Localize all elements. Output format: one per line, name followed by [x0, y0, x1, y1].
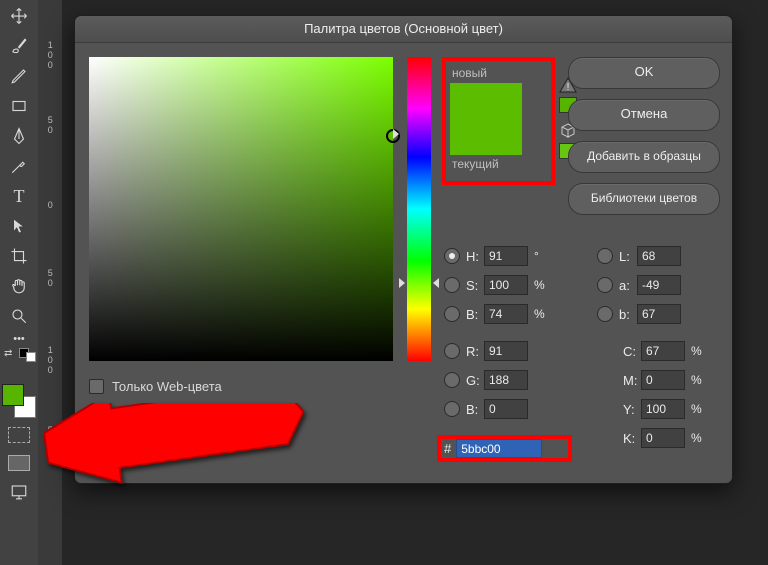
current-color-swatch[interactable] [450, 119, 522, 155]
preview-highlight-box: новый текущий [442, 57, 555, 185]
bri-input[interactable] [484, 304, 528, 324]
web-only-row[interactable]: Только Web-цвета [89, 379, 222, 394]
ok-button[interactable]: OK [568, 57, 720, 89]
saturation-brightness-field[interactable] [89, 57, 393, 361]
web-only-label: Только Web-цвета [112, 379, 222, 394]
k-label: K: [623, 431, 641, 446]
web-only-checkbox[interactable] [89, 379, 104, 394]
foreground-swatch[interactable] [2, 384, 24, 406]
dialog-title: Палитра цветов (Основной цвет) [75, 16, 732, 43]
field-marker-left [393, 129, 399, 139]
r-input[interactable] [484, 341, 528, 361]
hand-tool[interactable] [2, 272, 36, 300]
bri-radio[interactable] [444, 306, 460, 322]
k-input[interactable] [641, 428, 685, 448]
new-label: новый [452, 66, 547, 80]
g-radio[interactable] [444, 372, 460, 388]
a-radio[interactable] [597, 277, 613, 293]
pen-tool[interactable] [2, 122, 36, 150]
color-libraries-button[interactable]: Библиотеки цветов [568, 183, 720, 215]
r-radio[interactable] [444, 343, 460, 359]
quickmask-mask[interactable] [2, 450, 36, 476]
quickmask-standard[interactable] [2, 422, 36, 448]
zoom-tool[interactable] [2, 302, 36, 330]
lab-b-label: b: [619, 307, 637, 322]
color-picker-dialog: Палитра цветов (Основной цвет) новый тек… [74, 15, 733, 484]
move-tool[interactable] [2, 2, 36, 30]
foreground-background-swatch[interactable] [2, 384, 36, 418]
b2-input[interactable] [484, 399, 528, 419]
hue-marker-right [433, 278, 439, 288]
add-swatch-button[interactable]: Добавить в образцы [568, 141, 720, 173]
toolbar: T ••• ⇄ [0, 0, 39, 565]
h-label: H: [466, 249, 484, 264]
a-input[interactable] [637, 275, 681, 295]
current-label: текущий [452, 157, 547, 171]
m-label: M: [623, 373, 641, 388]
L-radio[interactable] [597, 248, 613, 264]
hex-highlight-box: # [437, 435, 572, 462]
new-color-swatch [450, 83, 522, 119]
screen-mode[interactable] [2, 478, 36, 506]
c-input[interactable] [641, 341, 685, 361]
hash-label: # [444, 441, 451, 456]
cancel-button[interactable]: Отмена [568, 99, 720, 131]
vertical-ruler: 1 0 0 5 0 0 5 0 1 0 0 5 0 [38, 0, 63, 565]
b2-label: B: [466, 402, 484, 417]
default-swap-swatches[interactable]: ⇄ [2, 348, 36, 382]
lab-b-radio[interactable] [597, 306, 613, 322]
L-label: L: [619, 249, 637, 264]
brush-tool[interactable] [2, 32, 36, 60]
a-label: a: [619, 278, 637, 293]
L-input[interactable] [637, 246, 681, 266]
crop-tool[interactable] [2, 242, 36, 270]
hue-marker-left [399, 278, 405, 288]
sat-radio[interactable] [444, 277, 460, 293]
b-label: B: [466, 307, 484, 322]
hex-input[interactable] [456, 439, 542, 458]
sat-input[interactable] [484, 275, 528, 295]
m-input[interactable] [641, 370, 685, 390]
path-select-tool[interactable] [2, 212, 36, 240]
g-input[interactable] [484, 370, 528, 390]
g-label: G: [466, 373, 484, 388]
rectangle-tool[interactable] [2, 92, 36, 120]
b2-radio[interactable] [444, 401, 460, 417]
pencil-tool[interactable] [2, 62, 36, 90]
s-label: S: [466, 278, 484, 293]
hue-input[interactable] [484, 246, 528, 266]
y-label: Y: [623, 402, 641, 417]
type-tool[interactable]: T [2, 182, 36, 210]
more-tools[interactable]: ••• [2, 332, 36, 346]
eyedropper-tool[interactable] [2, 152, 36, 180]
r-label: R: [466, 344, 484, 359]
c-label: C: [623, 344, 641, 359]
hue-slider[interactable] [407, 57, 431, 361]
y-input[interactable] [641, 399, 685, 419]
lab-b-input[interactable] [637, 304, 681, 324]
hue-radio[interactable] [444, 248, 460, 264]
